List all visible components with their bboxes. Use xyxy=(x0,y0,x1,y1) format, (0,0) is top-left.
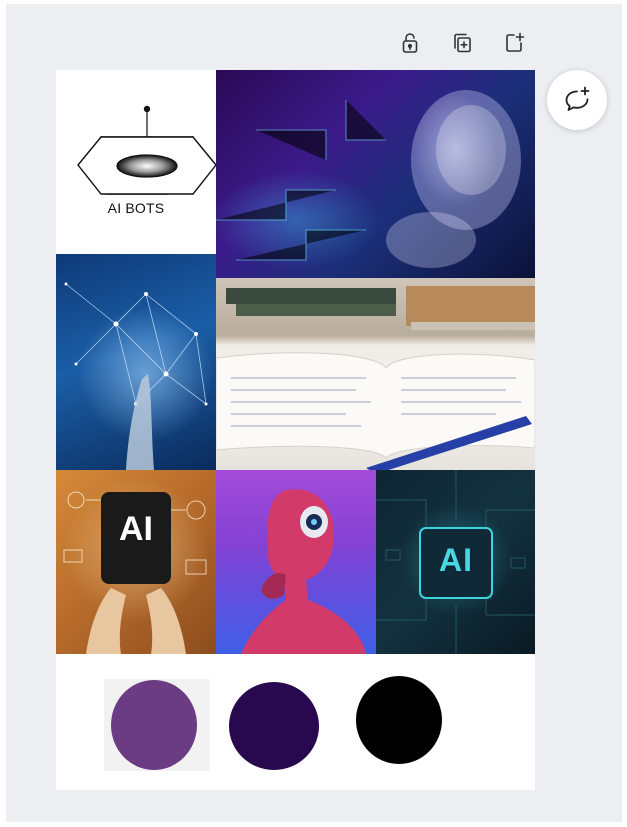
ai-tablet-illustration xyxy=(63,491,207,654)
color-swatch-3[interactable] xyxy=(356,676,442,764)
color-swatch-1[interactable] xyxy=(111,680,197,770)
ai-tablet-image[interactable]: AI xyxy=(56,470,216,654)
ai-chip-text: AI xyxy=(439,542,473,578)
color-swatch-2[interactable] xyxy=(229,682,319,770)
ai-chip-image[interactable]: AI xyxy=(376,470,535,654)
humanoid-robot-image[interactable] xyxy=(216,470,376,654)
add-page-icon[interactable] xyxy=(501,30,527,56)
ai-tablet-text: AI xyxy=(119,510,153,548)
logo-tile[interactable]: AI BOTS xyxy=(56,70,216,254)
robot-circuit-image[interactable] xyxy=(216,70,535,278)
humanoid-robot-illustration xyxy=(241,489,366,654)
network-hand-illustration xyxy=(64,282,208,470)
notebook-image[interactable] xyxy=(216,278,535,470)
lock-icon[interactable] xyxy=(397,30,423,56)
notebook-illustration xyxy=(216,286,535,470)
duplicate-page-icon[interactable] xyxy=(449,30,475,56)
add-comment-icon xyxy=(565,86,590,111)
network-hand-image[interactable] xyxy=(56,254,216,470)
logo-text: AI BOTS xyxy=(107,200,165,216)
design-page[interactable]: AI BOTS AI AI xyxy=(56,70,535,790)
robot-circuit-illustration xyxy=(216,90,521,268)
add-comment-button[interactable] xyxy=(547,70,607,130)
robot-logo-icon xyxy=(77,105,216,195)
